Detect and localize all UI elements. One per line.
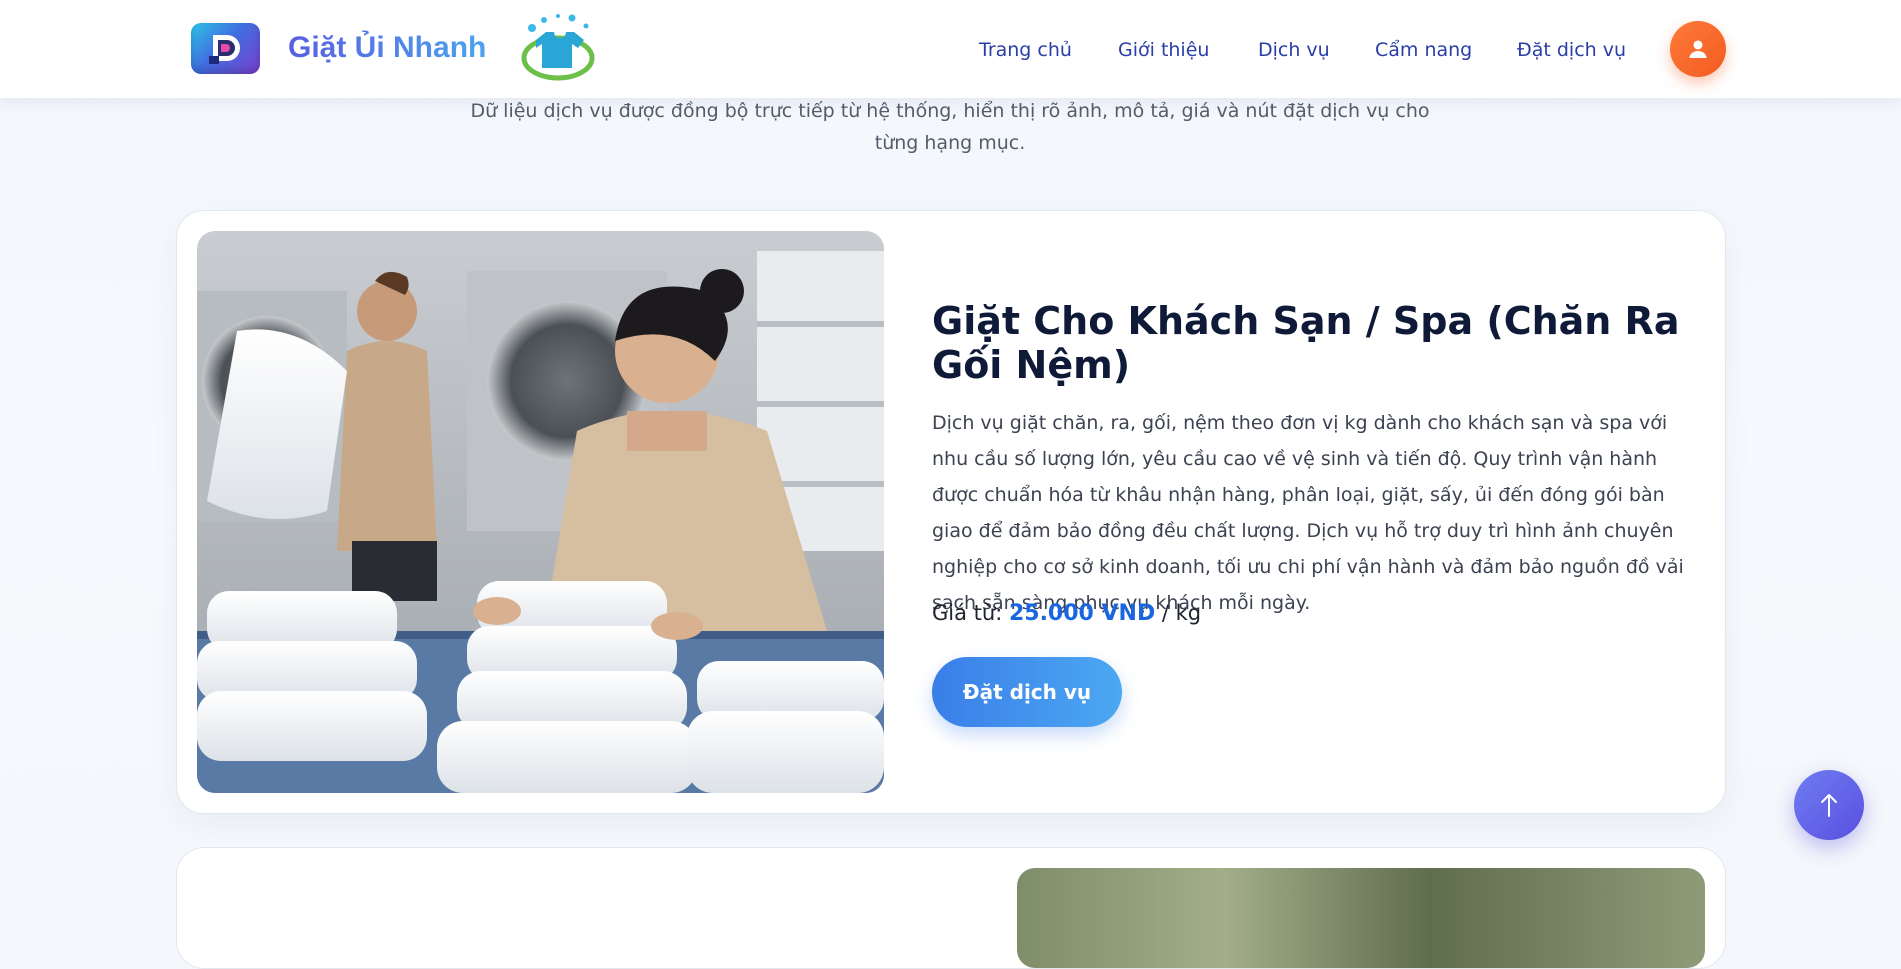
user-account-button[interactable] [1670, 21, 1726, 77]
user-icon [1689, 40, 1707, 58]
nav-item-home[interactable]: Trang chủ [979, 36, 1072, 64]
price-unit: / kg [1155, 601, 1202, 625]
nav-item-book-service[interactable]: Đặt dịch vụ [1517, 36, 1626, 64]
next-service-card [176, 847, 1726, 969]
arrow-up-icon [1821, 794, 1837, 817]
service-image [197, 231, 884, 793]
scroll-to-top-button[interactable] [1794, 770, 1864, 840]
price-prefix: Giá từ: [932, 601, 1009, 625]
service-price: Giá từ: 25.000 VND / kg [932, 597, 1201, 630]
brand-name[interactable]: Giặt Ủi Nhanh [288, 30, 486, 66]
service-description: Dịch vụ giặt chăn, ra, gối, nệm theo đơn… [932, 412, 1684, 614]
next-service-image [1017, 868, 1705, 968]
service-title: Giặt Cho Khách Sạn / Spa (Chăn Ra Gối Nệ… [932, 299, 1680, 387]
nav-item-services[interactable]: Dịch vụ [1258, 36, 1330, 64]
service-card: Giặt Cho Khách Sạn / Spa (Chăn Ra Gối Nệ… [176, 210, 1726, 814]
services-subtitle: Dữ liệu dịch vụ được đồng bộ trực tiếp t… [470, 100, 1430, 154]
site-header: Giặt Ủi Nhanh Trang chủ Giới thiệu Dịch … [0, 0, 1901, 98]
nav-item-about[interactable]: Giới thiệu [1118, 36, 1209, 64]
price-value: 25.000 VND [1008, 601, 1156, 626]
order-service-button[interactable]: Đặt dịch vụ [932, 657, 1122, 727]
laundry-shirt-splash-icon [514, 12, 598, 84]
brand-logo-icon[interactable] [191, 23, 260, 74]
nav-item-handbook[interactable]: Cẩm nang [1375, 36, 1472, 64]
